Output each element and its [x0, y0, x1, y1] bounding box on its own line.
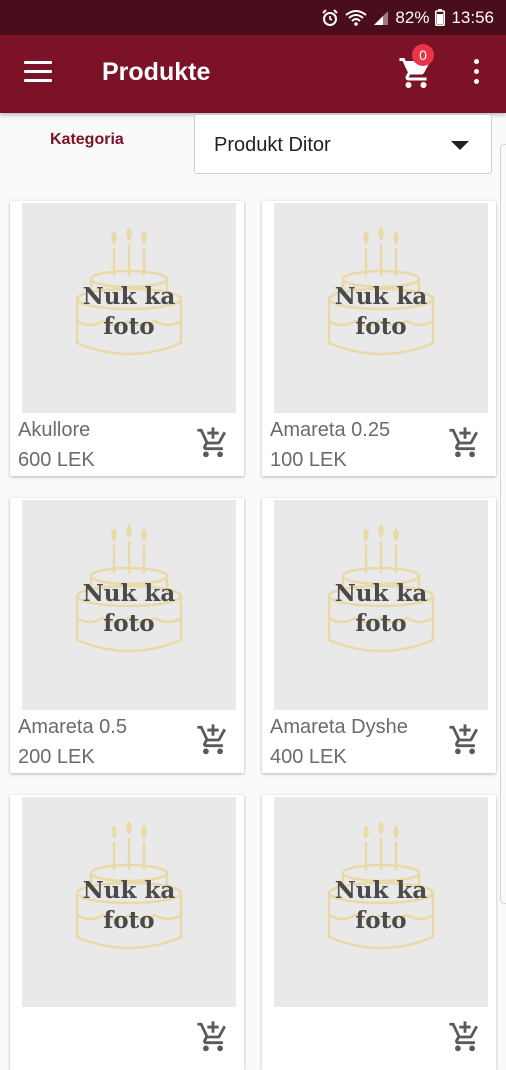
category-label: Kategoria — [50, 131, 124, 148]
product-price: 100 LEK — [270, 449, 347, 471]
cake-placeholder-icon: Nuk ka foto — [75, 523, 183, 653]
product-card[interactable]: Nuk ka foto Amareta 0.5 200 LEK — [10, 498, 244, 773]
status-bar: 82% 13:56 — [0, 0, 506, 35]
product-photo-placeholder: Nuk ka foto — [22, 203, 236, 413]
menu-icon[interactable] — [24, 61, 54, 85]
product-photo-placeholder: Nuk ka foto — [274, 500, 488, 710]
no-photo-line2: foto — [103, 610, 154, 637]
product-card[interactable]: Nuk ka foto Amareta 0.25 100 LEK — [262, 201, 496, 476]
cake-placeholder-icon: Nuk ka foto — [327, 523, 435, 653]
cake-placeholder-icon: Nuk ka foto — [327, 226, 435, 356]
product-name: Amareta 0.5 — [18, 716, 127, 738]
no-photo-line2: foto — [355, 313, 406, 340]
no-photo-line1: Nuk ka — [335, 580, 428, 607]
product-price: 400 LEK — [270, 746, 347, 768]
battery-icon — [435, 9, 446, 26]
page-title: Produkte — [102, 58, 211, 86]
no-photo-line1: Nuk ka — [83, 283, 176, 310]
no-photo-line2: foto — [103, 313, 154, 340]
cake-placeholder-icon: Nuk ka foto — [75, 226, 183, 356]
wifi-icon — [345, 9, 368, 26]
add-to-cart-icon[interactable] — [448, 723, 482, 757]
more-vert-icon[interactable] — [466, 59, 486, 89]
add-to-cart-icon[interactable] — [196, 1020, 230, 1054]
product-photo-placeholder: Nuk ka foto — [274, 203, 488, 413]
no-photo-line2: foto — [355, 610, 406, 637]
product-photo-placeholder: Nuk ka foto — [22, 797, 236, 1007]
product-name: Amareta Dyshe — [270, 716, 408, 738]
product-card[interactable]: Nuk ka foto — [262, 795, 496, 1070]
signal-icon — [374, 10, 389, 25]
no-photo-line1: Nuk ka — [83, 580, 176, 607]
product-price: 600 LEK — [18, 449, 95, 471]
alarm-icon — [322, 8, 339, 26]
no-photo-line1: Nuk ka — [335, 283, 428, 310]
product-name: Akullore — [18, 419, 91, 441]
app-bar: Produkte 0 — [0, 35, 506, 113]
clock: 13:56 — [451, 7, 494, 27]
add-to-cart-icon[interactable] — [196, 723, 230, 757]
no-photo-line2: foto — [355, 907, 406, 934]
cake-placeholder-icon: Nuk kafoto — [75, 820, 183, 950]
add-to-cart-icon[interactable] — [196, 426, 230, 460]
cart-count-badge: 0 — [412, 44, 434, 66]
product-photo-placeholder: Nuk ka foto — [22, 500, 236, 710]
product-photo-placeholder: Nuk ka foto — [274, 797, 488, 1007]
add-to-cart-icon[interactable] — [448, 1020, 482, 1054]
scrollbar[interactable] — [500, 144, 506, 904]
product-card[interactable]: Nuk ka foto — [10, 795, 244, 1070]
product-name: Amareta 0.25 — [270, 419, 391, 441]
category-dropdown[interactable]: Produkt Ditor — [194, 114, 492, 174]
category-selected-value: Produkt Ditor — [214, 134, 331, 156]
cake-placeholder-icon: Nuk kafoto — [327, 820, 435, 950]
battery-percent: 82% — [395, 7, 430, 27]
product-card[interactable]: Nuk ka foto Akullore 600 LEK — [10, 201, 244, 476]
dropdown-arrow-icon — [451, 141, 469, 150]
no-photo-line2: foto — [103, 907, 154, 934]
product-card[interactable]: Nuk ka foto Amareta Dyshe 400 LEK — [262, 498, 496, 773]
add-to-cart-icon[interactable] — [448, 426, 482, 460]
product-price: 200 LEK — [18, 746, 95, 768]
